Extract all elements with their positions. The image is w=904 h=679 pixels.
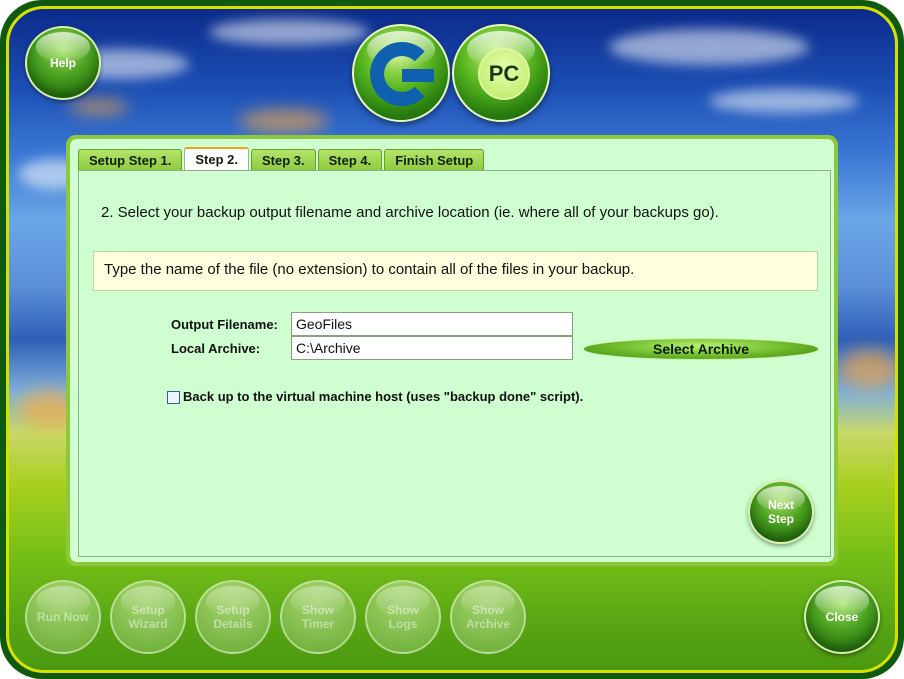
output-filename-field[interactable]: GeoFiles: [291, 312, 573, 336]
vm-host-checkbox-label[interactable]: Back up to the virtual machine host (use…: [183, 389, 583, 404]
next-step-button[interactable]: Next Step: [748, 480, 814, 544]
setup-details-line2: Details: [213, 617, 253, 631]
hint-box: Type the name of the file (no extension)…: [93, 251, 818, 291]
show-timer-line2: Timer: [301, 617, 335, 631]
step-instruction: 2. Select your backup output filename an…: [101, 204, 719, 221]
next-step-line1: Next: [767, 498, 794, 512]
local-archive-label: Local Archive:: [171, 341, 261, 356]
show-archive-line2: Archive: [465, 617, 511, 631]
run-now-label: Run Now: [37, 610, 89, 624]
step-tabs: Setup Step 1. Step 2. Step 3. Step 4. Fi…: [78, 147, 485, 172]
show-timer-button[interactable]: Show Timer: [280, 580, 356, 654]
setup-wizard-button[interactable]: Setup Wizard: [110, 580, 186, 654]
setup-panel: Setup Step 1. Step 2. Step 3. Step 4. Fi…: [66, 135, 838, 566]
show-logs-button[interactable]: Show Logs: [365, 580, 441, 654]
close-button[interactable]: Close: [804, 580, 880, 654]
close-label: Close: [825, 610, 859, 624]
step-2-content: 2. Select your backup output filename an…: [78, 170, 831, 557]
logo-pc-icon: PC: [452, 24, 550, 122]
help-button[interactable]: Help: [25, 26, 101, 100]
logo-g-icon: [352, 24, 450, 122]
show-logs-line1: Show: [387, 603, 419, 617]
logo-pc-text: PC: [478, 48, 530, 100]
tab-step-3[interactable]: Step 3.: [250, 149, 316, 172]
tab-finish-setup[interactable]: Finish Setup: [384, 149, 485, 172]
show-archive-button[interactable]: Show Archive: [450, 580, 526, 654]
show-archive-line1: Show: [472, 603, 504, 617]
tab-step-4[interactable]: Step 4.: [317, 149, 383, 172]
setup-wizard-line1: Setup: [131, 603, 165, 617]
setup-details-line1: Setup: [216, 603, 250, 617]
setup-details-button[interactable]: Setup Details: [195, 580, 271, 654]
help-label: Help: [49, 56, 76, 70]
show-logs-line2: Logs: [388, 617, 418, 631]
local-archive-field[interactable]: C:\Archive: [291, 336, 573, 360]
next-step-line2: Step: [767, 512, 794, 526]
select-archive-button[interactable]: Select Archive: [583, 338, 819, 360]
tab-step-2[interactable]: Step 2.: [184, 147, 249, 172]
tab-setup-step-1[interactable]: Setup Step 1.: [78, 149, 183, 172]
vm-host-checkbox[interactable]: [167, 391, 180, 404]
output-filename-label: Output Filename:: [171, 317, 278, 332]
run-now-button[interactable]: Run Now: [25, 580, 101, 654]
setup-wizard-line2: Wizard: [128, 617, 168, 631]
show-timer-line1: Show: [302, 603, 334, 617]
